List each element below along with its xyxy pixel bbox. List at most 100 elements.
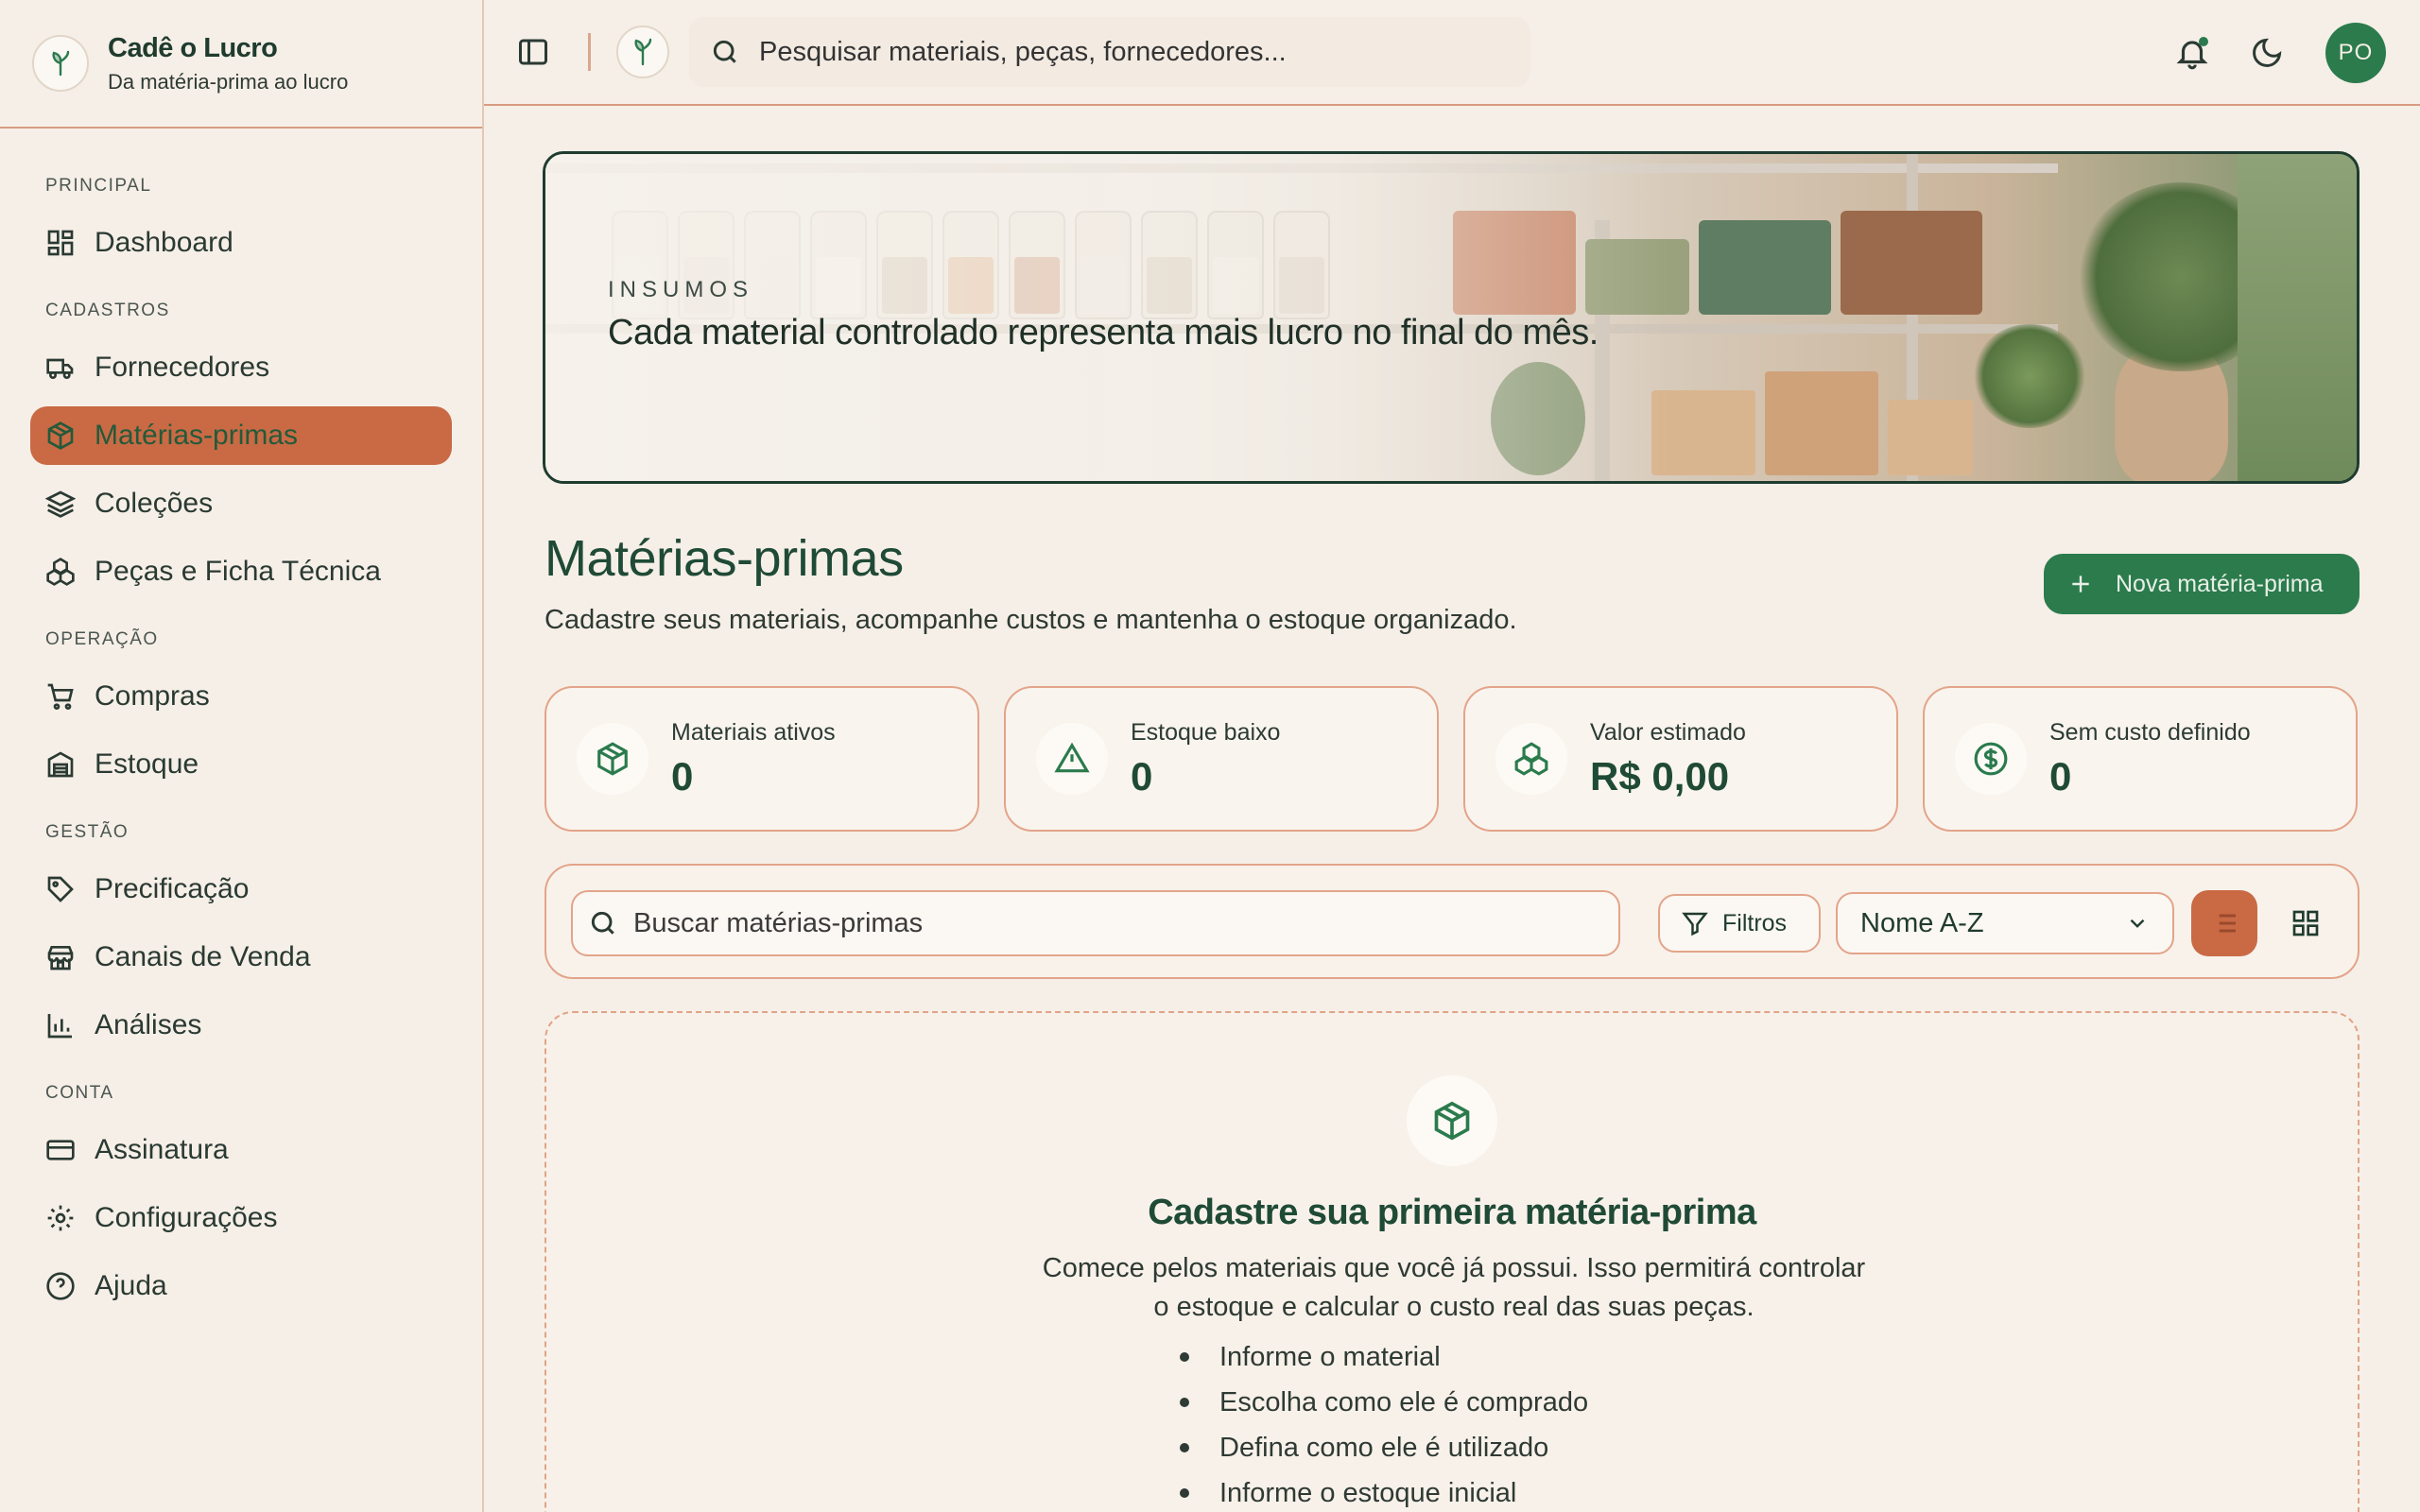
nav-section-label: CONTA xyxy=(45,1083,114,1103)
list-item: Defina como ele é utilizado xyxy=(1180,1425,1588,1470)
cart-icon xyxy=(47,683,74,710)
sidebar-item-label: Precificação xyxy=(95,873,250,904)
sidebar-item-assinatura[interactable]: Assinatura xyxy=(30,1121,452,1179)
sidebar-item-label: Fornecedores xyxy=(95,352,270,383)
store-icon xyxy=(47,946,74,971)
truck-icon xyxy=(46,358,74,379)
sidebar-item-label: Canais de Venda xyxy=(95,941,311,972)
sidebar-nav: PRINCIPAL Dashboard CADASTROS Fornecedor… xyxy=(0,129,482,1315)
stat-value: 0 xyxy=(671,753,694,799)
empty-state-steps: Informe o material Escolha como ele é co… xyxy=(1180,1334,1588,1512)
sidebar-item-precificacao[interactable]: Precificação xyxy=(30,860,452,919)
sidebar-item-label: Compras xyxy=(95,680,210,712)
sort-select-value: Nome A-Z xyxy=(1860,907,1984,938)
sidebar-toggle-icon[interactable] xyxy=(516,35,550,69)
hero-eyebrow: INSUMOS xyxy=(608,277,754,302)
list-item: Escolha como ele é comprado xyxy=(1180,1380,1588,1425)
sidebar-item-label: Estoque xyxy=(95,748,199,780)
nav-section-operacao: OPERAÇÃO Compras Estoque xyxy=(0,629,482,794)
empty-state: Cadastre sua primeira matéria-prima Come… xyxy=(544,1011,2360,1512)
empty-state-line-2: o estoque e calcular o custo real das su… xyxy=(1153,1292,1754,1322)
search-icon xyxy=(713,40,736,63)
stat-label: Sem custo definido xyxy=(2049,718,2251,746)
grid-view-button[interactable] xyxy=(2273,890,2339,956)
boxes-icon xyxy=(46,558,75,586)
sidebar-item-dashboard[interactable]: Dashboard xyxy=(30,214,452,272)
search-icon xyxy=(591,911,614,935)
sidebar-item-canais-de-venda[interactable]: Canais de Venda xyxy=(30,928,452,987)
sort-select[interactable]: Nome A-Z xyxy=(1836,892,2174,954)
alert-triangle-icon xyxy=(1054,742,1090,773)
global-search-input[interactable] xyxy=(759,36,1478,68)
new-material-button[interactable]: Nova matéria-prima xyxy=(2044,554,2360,614)
dashboard-icon xyxy=(47,230,74,256)
topbar: PO xyxy=(484,0,2420,106)
sidebar-item-label: Assinatura xyxy=(95,1134,229,1165)
avatar[interactable]: PO xyxy=(2325,23,2386,83)
global-search[interactable] xyxy=(689,17,1530,87)
stat-card-no-cost: Sem custo definido 0 xyxy=(1923,686,2358,832)
warehouse-icon xyxy=(47,751,74,778)
notification-dot xyxy=(2199,37,2208,46)
boxes-icon xyxy=(1514,742,1548,776)
sidebar-item-configuracoes[interactable]: Configurações xyxy=(30,1189,452,1247)
sidebar-item-colecoes[interactable]: Coleções xyxy=(30,474,452,533)
empty-state-description: Comece pelos materiais que você já possu… xyxy=(1019,1249,1889,1327)
brand-logo[interactable] xyxy=(32,35,89,92)
sidebar-item-analises[interactable]: Análises xyxy=(30,996,452,1055)
sidebar-item-materias-primas[interactable]: Matérias-primas xyxy=(30,406,452,465)
empty-state-icon-wrap xyxy=(1407,1075,1497,1166)
chevron-down-icon xyxy=(2130,919,2145,928)
filter-icon xyxy=(1682,912,1708,936)
sidebar-item-label: Análises xyxy=(95,1009,202,1040)
hero-banner: INSUMOS Cada material controlado represe… xyxy=(543,151,2360,484)
sidebar-item-estoque[interactable]: Estoque xyxy=(30,735,452,794)
list-item: Informe o estoque inicial xyxy=(1180,1470,1588,1512)
empty-state-title: Cadastre sua primeira matéria-prima xyxy=(1148,1193,1756,1232)
brand-logo-small[interactable] xyxy=(615,25,670,79)
sidebar-item-label: Ajuda xyxy=(95,1270,167,1301)
stat-label: Estoque baixo xyxy=(1131,718,1281,746)
page-subtitle: Cadastre seus materiais, acompanhe custo… xyxy=(544,605,1517,635)
nav-section-label: PRINCIPAL xyxy=(45,176,152,196)
brand-tagline: Da matéria-prima ao lucro xyxy=(108,69,349,94)
empty-state-line-1: Comece pelos materiais que você já possu… xyxy=(1042,1253,1866,1283)
stats-row: Materiais ativos 0 Estoque baixo 0 Valor… xyxy=(544,686,2358,832)
nav-section-conta: CONTA Assinatura Configurações Ajuda xyxy=(0,1083,482,1315)
list-icon xyxy=(2213,914,2236,933)
sidebar-item-label: Matérias-primas xyxy=(95,420,299,451)
stat-label: Materiais ativos xyxy=(671,718,836,746)
hero-headline: Cada material controlado representa mais… xyxy=(608,313,1599,352)
moon-icon[interactable] xyxy=(2250,36,2284,70)
list-item: Informe o material xyxy=(1180,1334,1588,1380)
sidebar-item-fornecedores[interactable]: Fornecedores xyxy=(30,338,452,397)
nav-section-principal: PRINCIPAL Dashboard xyxy=(0,176,482,272)
credit-card-icon xyxy=(46,1140,75,1160)
materials-search-input[interactable] xyxy=(633,907,1579,939)
stat-value: 0 xyxy=(2049,753,2072,799)
list-view-button[interactable] xyxy=(2191,890,2257,956)
stat-card-estimated-value: Valor estimado R$ 0,00 xyxy=(1463,686,1898,832)
topbar-divider xyxy=(588,33,591,71)
stat-value: 0 xyxy=(1131,753,1153,799)
list-toolbar: Filtros Nome A-Z xyxy=(544,864,2360,979)
nav-section-label: OPERAÇÃO xyxy=(45,629,159,649)
sidebar-item-compras[interactable]: Compras xyxy=(30,667,452,726)
tag-icon xyxy=(47,876,74,902)
help-icon xyxy=(46,1272,75,1300)
nav-section-gestao: GESTÃO Precificação Canais de Venda Anál… xyxy=(0,822,482,1055)
package-icon xyxy=(1434,1101,1470,1141)
plus-icon xyxy=(2072,576,2089,593)
stat-card-low-stock: Estoque baixo 0 xyxy=(1004,686,1439,832)
filters-button[interactable]: Filtros xyxy=(1658,894,1821,953)
materials-search[interactable] xyxy=(571,890,1620,956)
sidebar-item-label: Dashboard xyxy=(95,227,233,258)
package-icon xyxy=(597,742,628,776)
brand-header: Cadê o Lucro Da matéria-prima ao lucro xyxy=(0,0,482,129)
sidebar-item-pecas[interactable]: Peças e Ficha Técnica xyxy=(30,542,452,601)
filters-button-label: Filtros xyxy=(1722,909,1788,936)
sidebar-item-ajuda[interactable]: Ajuda xyxy=(30,1257,452,1315)
new-material-button-label: Nova matéria-prima xyxy=(2116,570,2324,597)
stat-label: Valor estimado xyxy=(1590,718,1746,746)
notifications-button[interactable] xyxy=(2174,35,2210,71)
